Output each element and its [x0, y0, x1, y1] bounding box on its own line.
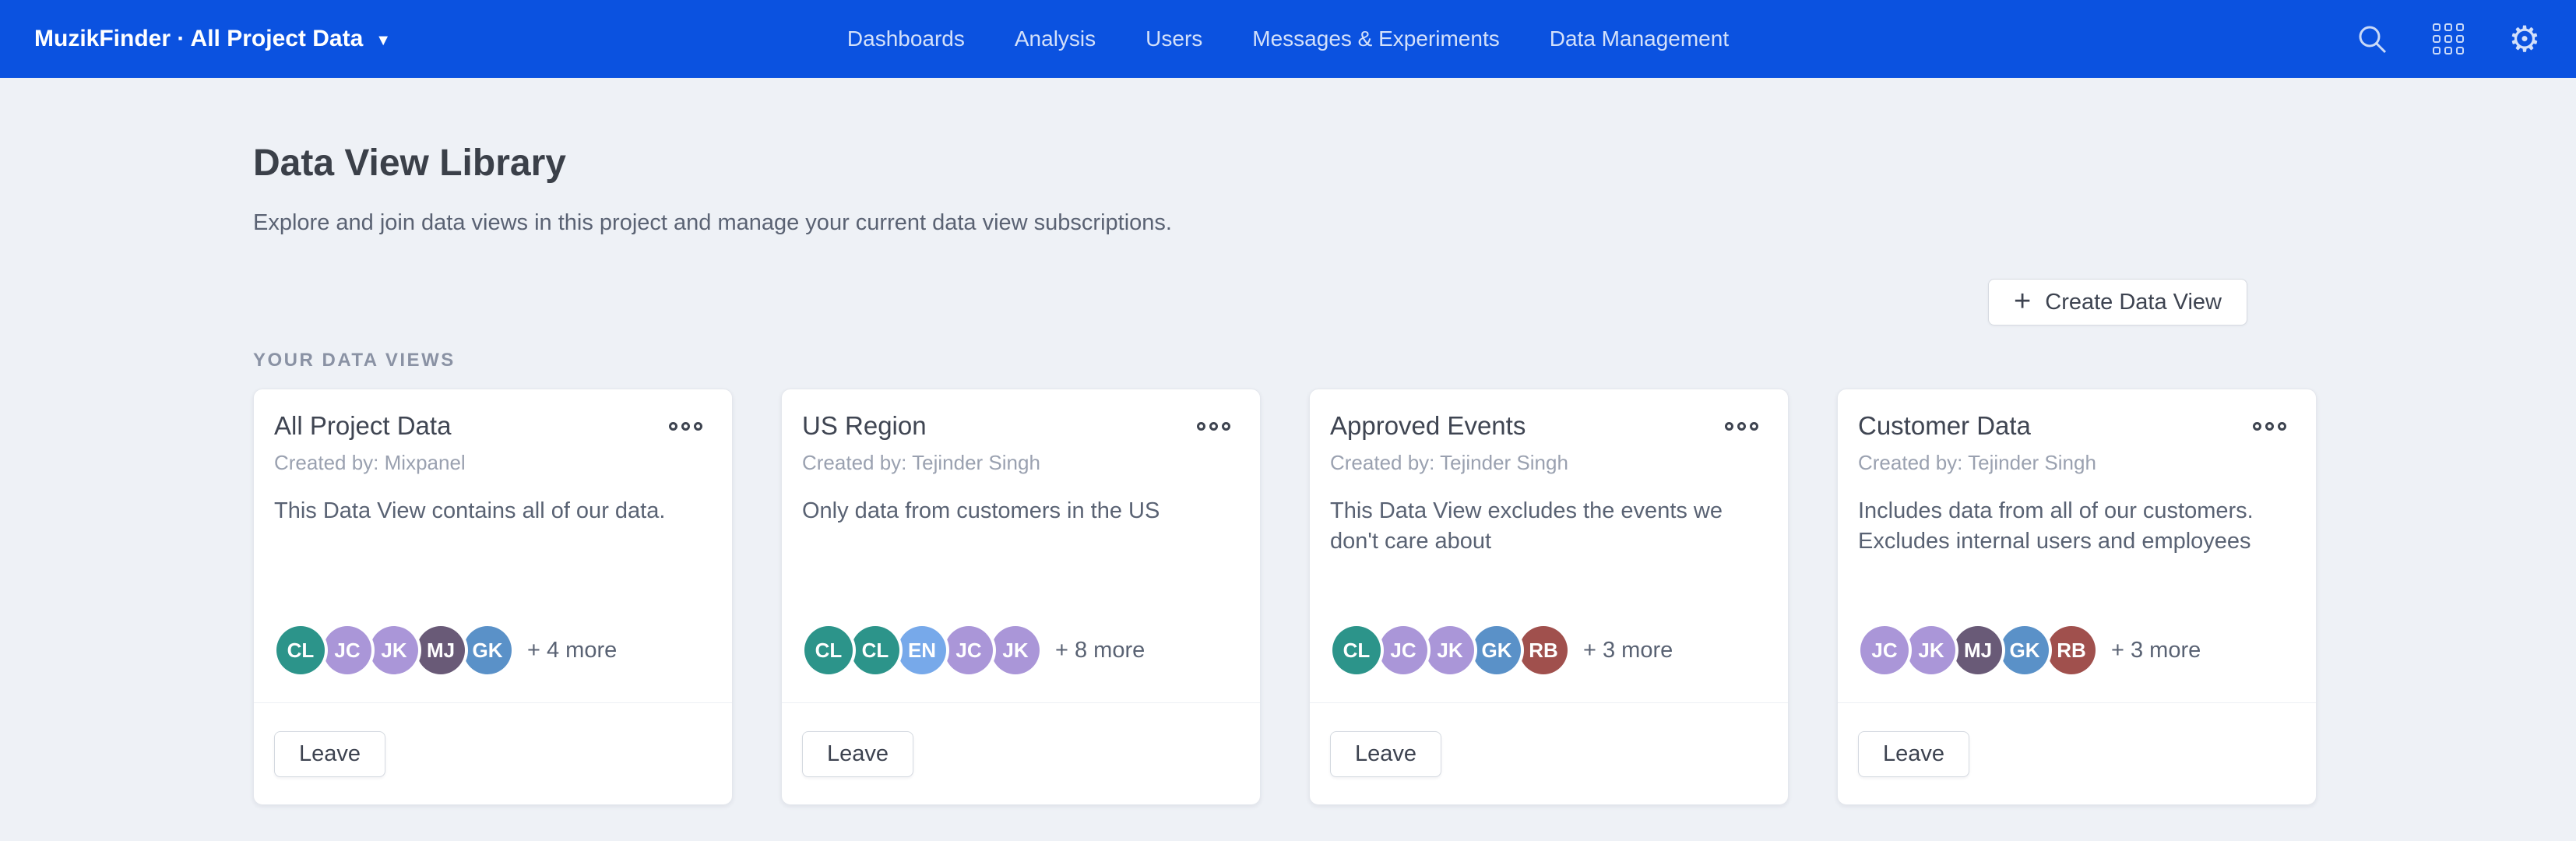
more-members-label: + 3 more	[2111, 638, 2201, 663]
card-body: US Region Created by: Tejinder Singh Onl…	[782, 389, 1260, 702]
member-avatar: GK	[463, 626, 512, 674]
more-members-label: + 3 more	[1583, 638, 1673, 663]
create-data-view-button-label: Create Data View	[2045, 290, 2222, 315]
card-title: Customer Data	[1858, 411, 2031, 441]
project-switcher-label: MuzikFinder · All Project Data	[34, 26, 363, 52]
card-body: Approved Events Created by: Tejinder Sin…	[1310, 389, 1788, 702]
member-avatar: CL	[851, 626, 899, 674]
member-avatar: JK	[370, 626, 418, 674]
card-title: All Project Data	[274, 411, 451, 441]
data-view-card-list: All Project Data Created by: Mixpanel Th…	[253, 389, 2323, 805]
member-avatar: CL	[1332, 626, 1381, 674]
data-view-card: Approved Events Created by: Tejinder Sin…	[1309, 389, 1789, 805]
member-avatar-row: CLJCJKMJGK + 4 more	[274, 626, 712, 674]
member-avatar-row: CLJCJKGKRB + 3 more	[1330, 626, 1768, 674]
card-body: Customer Data Created by: Tejinder Singh…	[1838, 389, 2316, 702]
member-avatar-row: JCJKMJGKRB + 3 more	[1858, 626, 2296, 674]
member-avatar: JK	[991, 626, 1040, 674]
data-view-card: All Project Data Created by: Mixpanel Th…	[253, 389, 733, 805]
card-created-by: Created by: Tejinder Singh	[1858, 451, 2296, 475]
member-avatar: CL	[804, 626, 853, 674]
more-members-label: + 4 more	[527, 638, 617, 663]
top-navbar: MuzikFinder · All Project Data ▼ Dashboa…	[0, 0, 2576, 78]
card-footer: Leave	[1310, 702, 1788, 804]
create-data-view-button[interactable]: + Create Data View	[1988, 279, 2247, 325]
your-data-views-label: YOUR DATA VIEWS	[253, 351, 2323, 370]
navbar-icon-group: ⚙	[2355, 22, 2542, 56]
leave-button[interactable]: Leave	[1330, 731, 1441, 777]
more-members-label: + 8 more	[1055, 638, 1145, 663]
three-dots-menu-icon[interactable]	[667, 417, 704, 435]
chevron-down-icon: ▼	[375, 32, 391, 50]
member-avatar: JC	[323, 626, 371, 674]
card-description: This Data View excludes the events we do…	[1330, 496, 1768, 557]
card-created-by: Created by: Tejinder Singh	[802, 451, 1240, 475]
member-avatar: CL	[276, 626, 325, 674]
member-avatar: JK	[1426, 626, 1474, 674]
card-title: US Region	[802, 411, 927, 441]
nav-item-users[interactable]: Users	[1145, 26, 1202, 51]
three-dots-menu-icon[interactable]	[1723, 417, 1760, 435]
member-avatar: GK	[1473, 626, 1521, 674]
main-nav: Dashboards Analysis Users Messages & Experi…	[847, 26, 1729, 51]
card-footer: Leave	[782, 702, 1260, 804]
card-description: Includes data from all of our customers.…	[1858, 496, 2296, 557]
three-dots-menu-icon[interactable]	[1195, 417, 1232, 435]
nav-item-analysis[interactable]: Analysis	[1015, 26, 1096, 51]
page-subtitle: Explore and join data views in this proj…	[253, 212, 2323, 234]
card-created-by: Created by: Tejinder Singh	[1330, 451, 1768, 475]
settings-gear-icon[interactable]: ⚙	[2507, 22, 2542, 56]
leave-button[interactable]: Leave	[802, 731, 913, 777]
nav-item-data-management[interactable]: Data Management	[1550, 26, 1729, 51]
member-avatar: JC	[1860, 626, 1909, 674]
member-avatar: MJ	[417, 626, 465, 674]
project-switcher[interactable]: MuzikFinder · All Project Data ▼	[34, 26, 391, 52]
member-avatar: RB	[2047, 626, 2096, 674]
data-view-card: US Region Created by: Tejinder Singh Onl…	[781, 389, 1261, 805]
card-title: Approved Events	[1330, 411, 1526, 441]
member-avatar: GK	[2001, 626, 2049, 674]
card-body: All Project Data Created by: Mixpanel Th…	[254, 389, 732, 702]
nav-item-dashboards[interactable]: Dashboards	[847, 26, 965, 51]
data-view-card: Customer Data Created by: Tejinder Singh…	[1837, 389, 2317, 805]
apps-grid-icon[interactable]	[2431, 22, 2465, 56]
card-description: This Data View contains all of our data.	[274, 496, 712, 526]
nav-item-messages-experiments[interactable]: Messages & Experiments	[1252, 26, 1499, 51]
card-description: Only data from customers in the US	[802, 496, 1240, 526]
card-created-by: Created by: Mixpanel	[274, 451, 712, 475]
member-avatar: MJ	[1954, 626, 2002, 674]
member-avatar: JC	[945, 626, 993, 674]
member-avatar: JK	[1907, 626, 1955, 674]
member-avatar: EN	[898, 626, 946, 674]
plus-icon: +	[2014, 287, 2031, 316]
search-icon[interactable]	[2355, 22, 2389, 56]
leave-button[interactable]: Leave	[274, 731, 385, 777]
page-title: Data View Library	[253, 145, 2323, 182]
member-avatar-row: CLCLENJCJK+ 8 more	[802, 626, 1240, 674]
card-footer: Leave	[1838, 702, 2316, 804]
member-avatar: JC	[1379, 626, 1427, 674]
main-content: Data View Library Explore and join data …	[0, 145, 2576, 805]
member-avatar: RB	[1519, 626, 1568, 674]
leave-button[interactable]: Leave	[1858, 731, 1969, 777]
card-footer: Leave	[254, 702, 732, 804]
three-dots-menu-icon[interactable]	[2251, 417, 2288, 435]
